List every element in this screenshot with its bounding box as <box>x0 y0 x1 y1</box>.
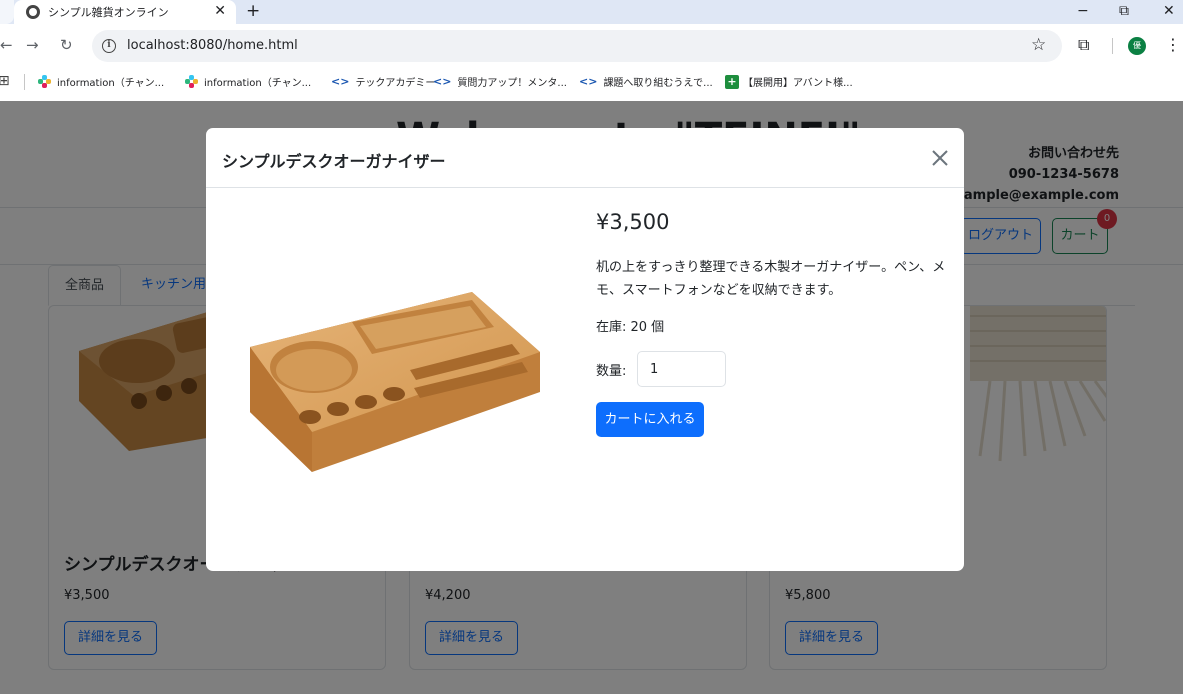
close-window-button[interactable]: ✕ <box>1163 0 1175 22</box>
bookmark-label: 【展開用】アバント様... <box>743 78 853 89</box>
previous-tab-stub[interactable] <box>0 0 14 24</box>
browser-menu-icon[interactable]: ⋮ <box>1165 35 1181 54</box>
profile-avatar-icon[interactable]: 優 <box>1128 37 1146 55</box>
bookmark-star-icon[interactable]: ☆ <box>1031 35 1046 55</box>
stock-count: 在庫: 20 個 <box>596 320 665 335</box>
modal-description: 机の上をすっきり整理できる木製オーガナイザー。ペン、メモ、スマートフォンなどを収… <box>596 260 946 298</box>
slack-icon <box>38 75 51 88</box>
bookmark-label: 質問力アップ！メンタ... <box>457 78 567 89</box>
back-arrow-icon[interactable]: ← <box>0 36 13 54</box>
sheets-icon: + <box>725 74 739 89</box>
site-info-icon[interactable]: i <box>102 39 116 53</box>
bookmark-item[interactable]: information（チャン... <box>185 74 311 89</box>
code-icon: <> <box>579 75 598 88</box>
modal-title: シンプルデスクオーガナイザー <box>222 152 446 171</box>
forward-arrow-icon[interactable]: → <box>26 36 39 54</box>
code-icon: <> <box>433 75 452 88</box>
bookmark-label: information（チャン... <box>57 78 165 89</box>
bookmark-label: information（チャン... <box>204 78 312 89</box>
bookmark-label: テックアカデミー <box>355 78 436 89</box>
add-to-cart-button[interactable]: カートに入れる <box>596 402 704 437</box>
close-tab-icon[interactable]: ✕ <box>214 3 226 19</box>
restore-window-button[interactable]: ⧉ <box>1119 0 1129 22</box>
new-tab-button[interactable]: + <box>246 0 260 22</box>
quantity-input[interactable] <box>637 351 726 387</box>
url-text[interactable]: localhost:8080/home.html <box>127 38 298 53</box>
slack-icon <box>185 75 198 88</box>
code-icon: <> <box>331 75 350 88</box>
toolbar-divider <box>1112 38 1113 54</box>
globe-icon <box>26 5 40 19</box>
tab-title: シンプル雑貨オンライン <box>48 6 169 19</box>
bookmark-label: 課題へ取り組むうえで... <box>603 78 713 89</box>
bookmark-item[interactable]: <> 質問力アップ！メンタ... <box>433 74 567 89</box>
bookmark-item[interactable]: <> 課題へ取り組むうえで... <box>579 74 713 89</box>
modal-price: ¥3,500 <box>596 210 670 234</box>
product-detail-modal: シンプルデスクオーガナイザー ¥3,500 机の上をすっきり整理できる木製オーガ… <box>206 128 964 571</box>
bookmarks-divider <box>24 74 25 90</box>
modal-header: シンプルデスクオーガナイザー <box>206 128 964 188</box>
bookmark-item[interactable]: information（チャン... <box>38 74 164 89</box>
reload-icon[interactable]: ↻ <box>60 36 73 54</box>
browser-tab-bar: シンプル雑貨オンライン ✕ + − ⧉ ✕ <box>0 0 1183 24</box>
quantity-label: 数量: <box>596 364 627 379</box>
product-image-organizer <box>250 292 540 472</box>
bookmark-item[interactable]: + 【展開用】アバント様... <box>725 74 853 89</box>
browser-tab-active[interactable]: シンプル雑貨オンライン ✕ <box>14 0 236 24</box>
apps-grid-icon[interactable]: ⊞ <box>0 73 10 89</box>
close-icon[interactable] <box>928 146 952 170</box>
minimize-window-button[interactable]: − <box>1077 0 1089 22</box>
bookmark-item[interactable]: <> テックアカデミー <box>331 74 435 89</box>
extensions-icon[interactable]: ⧉ <box>1078 35 1089 55</box>
